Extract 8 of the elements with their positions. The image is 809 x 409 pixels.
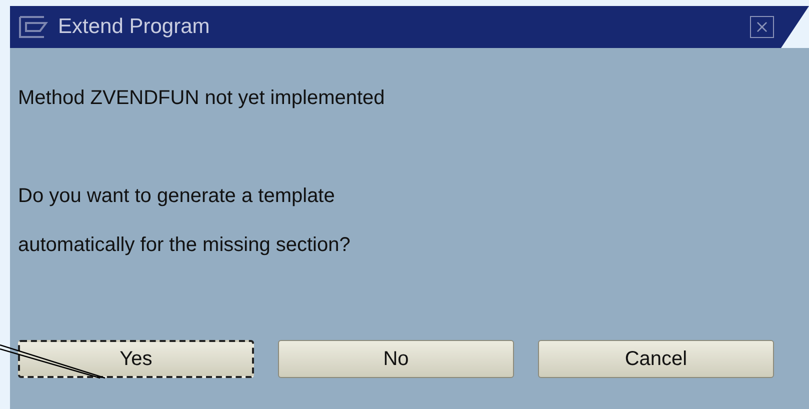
close-icon[interactable]	[750, 16, 774, 38]
dialog-button[interactable]: Yes	[18, 340, 254, 378]
message-text: Method ZVENDFUN not yet implemented	[18, 86, 386, 111]
message-text: Do you want to generate a template automatically for the missing section?	[18, 184, 352, 258]
dialog-button[interactable]: Cancel	[538, 340, 774, 378]
dialog-button[interactable]: No	[278, 340, 514, 378]
dialog-icon	[18, 15, 50, 39]
window-title: Extend Program	[58, 14, 210, 40]
